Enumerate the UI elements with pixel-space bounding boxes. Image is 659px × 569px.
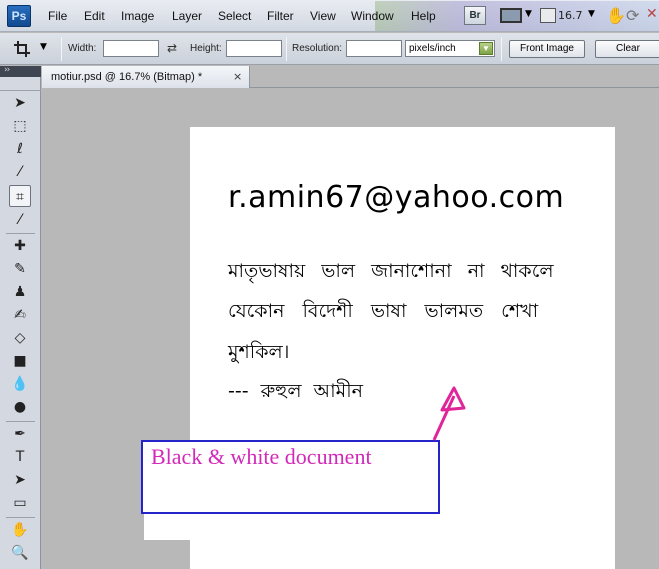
document-text-line: মুশকিল। xyxy=(228,341,290,363)
zoom-tool-icon[interactable]: 🔍 xyxy=(9,542,31,564)
height-label: Height: xyxy=(190,43,222,54)
chevron-down-icon[interactable]: ▼ xyxy=(588,9,595,19)
crop-tool-icon[interactable]: ⌗ xyxy=(9,185,31,207)
chevron-down-icon[interactable]: ▼ xyxy=(525,9,532,19)
chevron-down-icon: ▼ xyxy=(40,42,47,52)
resolution-unit-select[interactable]: pixels/inch ▼ xyxy=(405,40,495,57)
resolution-input[interactable] xyxy=(346,40,402,57)
menu-filter[interactable]: Filter xyxy=(267,9,294,23)
clear-button[interactable]: Clear xyxy=(595,40,659,58)
swap-icon[interactable]: ⇄ xyxy=(167,41,177,55)
photoshop-logo[interactable]: Ps xyxy=(7,5,31,27)
hand-tool-icon[interactable]: ✋ xyxy=(9,519,31,541)
menu-help[interactable]: Help xyxy=(411,9,436,23)
crop-icon xyxy=(14,41,30,57)
annotation-callout-text: Black & white document xyxy=(151,444,372,469)
divider xyxy=(6,421,35,422)
close-icon[interactable]: ✕ xyxy=(646,6,658,22)
shape-tool-icon[interactable]: ▭ xyxy=(9,492,31,514)
launch-bridge-button[interactable]: Br xyxy=(464,6,486,25)
magic-wand-tool-icon[interactable]: ⁄ xyxy=(9,161,31,183)
annotation-callout-box: Black & white document xyxy=(141,440,440,514)
document-tab-title: motiur.psd @ 16.7% (Bitmap) * xyxy=(51,71,203,83)
menu-select[interactable]: Select xyxy=(218,9,251,23)
document-text-line: যেকোন বিদেশী ভাষা ভালমত শেখা xyxy=(228,300,539,322)
width-input[interactable] xyxy=(103,40,159,57)
zoom-level[interactable]: 16.7 xyxy=(558,9,583,22)
document-text-line: --- রুহুল আমীন xyxy=(228,380,364,402)
screen-mode-icon[interactable] xyxy=(500,8,522,23)
hand-icon[interactable]: ✋ xyxy=(606,6,626,25)
tools-panel-header[interactable]: ›› xyxy=(0,65,41,77)
path-selection-tool-icon[interactable]: ➤ xyxy=(9,469,31,491)
height-input[interactable] xyxy=(226,40,282,57)
brush-tool-icon[interactable]: ✎ xyxy=(9,258,31,280)
dodge-tool-icon[interactable]: ● xyxy=(9,396,31,418)
marquee-tool-icon[interactable]: ⬚ xyxy=(9,115,31,137)
collapse-icon[interactable]: ›› xyxy=(4,65,10,75)
resolution-label: Resolution: xyxy=(292,43,343,54)
divider xyxy=(6,517,35,518)
divider xyxy=(6,233,35,234)
healing-brush-tool-icon[interactable]: ✚ xyxy=(9,235,31,257)
document-email-text: r.amin67@yahoo.com xyxy=(228,180,565,215)
width-label: Width: xyxy=(68,43,97,54)
blur-tool-icon[interactable]: 💧 xyxy=(9,373,31,395)
menu-edit[interactable]: Edit xyxy=(84,9,105,23)
options-bar: ▼ Width: ⇄ Height: Resolution: pixels/in… xyxy=(0,33,659,65)
front-image-button[interactable]: Front Image xyxy=(509,40,585,58)
document-tab-bar: motiur.psd @ 16.7% (Bitmap) * × xyxy=(42,66,659,88)
tool-preset-picker[interactable]: ▼ xyxy=(10,38,56,60)
lasso-tool-icon[interactable]: ℓ xyxy=(9,138,31,160)
divider xyxy=(61,37,62,61)
arrange-documents-icon[interactable] xyxy=(540,8,556,23)
menu-view[interactable]: View xyxy=(310,9,336,23)
clone-stamp-tool-icon[interactable]: ♟ xyxy=(9,281,31,303)
resolution-unit-value: pixels/inch xyxy=(409,43,456,54)
tools-panel-grip[interactable] xyxy=(0,77,41,91)
history-brush-tool-icon[interactable]: ✍ xyxy=(9,304,31,326)
eyedropper-tool-icon[interactable]: ⁄ xyxy=(9,209,31,231)
close-icon[interactable]: × xyxy=(233,70,242,83)
annotation-arrow-icon xyxy=(432,386,466,441)
divider xyxy=(286,37,287,61)
menu-layer[interactable]: Layer xyxy=(172,9,202,23)
menu-window[interactable]: Window xyxy=(351,9,394,23)
chevron-down-icon: ▼ xyxy=(479,42,493,55)
document-text-line: মাতৃভাষায় ভাল জানাশোনা না থাকলে xyxy=(228,260,554,282)
menu-image[interactable]: Image xyxy=(121,9,154,23)
menu-bar: Ps File Edit Image Layer Select Filter V… xyxy=(0,0,659,32)
gradient-tool-icon[interactable]: ■ xyxy=(9,350,31,372)
document-tab[interactable]: motiur.psd @ 16.7% (Bitmap) * × xyxy=(42,66,250,88)
rotate-view-icon[interactable]: ⟳ xyxy=(626,6,639,25)
move-tool-icon[interactable]: ➤ xyxy=(9,92,31,114)
eraser-tool-icon[interactable]: ◇ xyxy=(9,327,31,349)
menu-file[interactable]: File xyxy=(48,9,67,23)
tools-panel: ›› ➤ ⬚ ℓ ⁄ ⌗ ⁄ ✚ ✎ ♟ ✍ ◇ ■ 💧 ● ✒ T ➤ ▭ ✋… xyxy=(0,65,41,569)
pen-tool-icon[interactable]: ✒ xyxy=(9,423,31,445)
divider xyxy=(501,37,502,61)
type-tool-icon[interactable]: T xyxy=(9,446,31,468)
